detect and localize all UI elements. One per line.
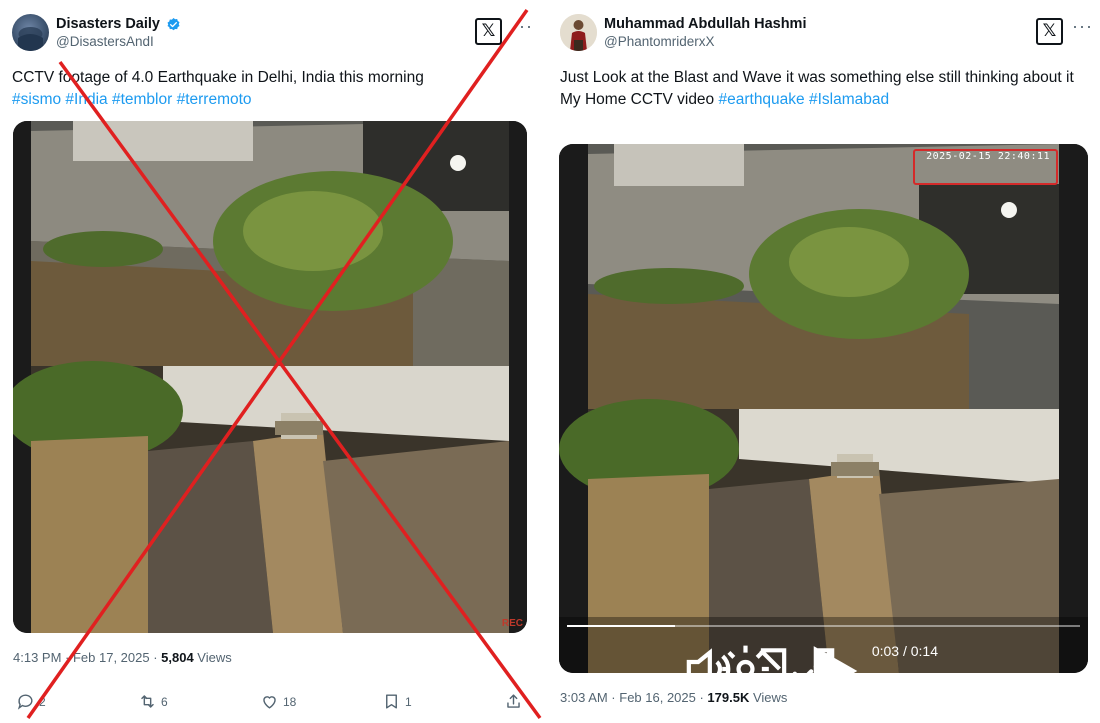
more-options-icon[interactable]: ···: [1072, 14, 1093, 38]
progress-fill: [567, 625, 675, 627]
share-icon: [507, 694, 520, 708]
hashtag[interactable]: #India: [65, 91, 107, 108]
author-name[interactable]: Muhammad Abdullah Hashmi: [604, 15, 806, 33]
views-count: 179.5K: [707, 690, 750, 705]
hashtag[interactable]: #terremoto: [177, 91, 252, 108]
rec-label: REC: [501, 618, 523, 629]
author-block[interactable]: Disasters Daily @DisastersAndI: [56, 15, 181, 51]
fullscreen-icon[interactable]: [559, 641, 1078, 673]
hashtag[interactable]: #Islamabad: [809, 91, 889, 108]
cctv-scene-image: [559, 144, 1088, 673]
avatar[interactable]: [560, 14, 597, 51]
timestamp-text[interactable]: 4:13 PM · Feb 17, 2025 ·: [13, 650, 161, 665]
reply-button[interactable]: 2: [16, 692, 46, 711]
timestamp-text[interactable]: 3:03 AM · Feb 16, 2025 ·: [560, 690, 707, 705]
post-text: CCTV footage of 4.0 Earthquake in Delhi,…: [12, 67, 528, 111]
left-post: Disasters Daily @DisastersAndI 𝕏 ··· CCT…: [0, 0, 540, 723]
reply-count: 2: [39, 694, 46, 709]
cctv-scene-image: [13, 121, 527, 633]
views-count: 5,804: [161, 650, 194, 665]
repost-count: 6: [161, 694, 168, 709]
author-handle[interactable]: @PhantomriderxX: [604, 33, 806, 51]
progress-bar[interactable]: [567, 625, 1080, 627]
author-name[interactable]: Disasters Daily: [56, 15, 160, 33]
video-controls: 0:03 / 0:14: [559, 617, 1088, 673]
verified-badge-icon: [167, 17, 180, 30]
avatar[interactable]: [12, 14, 49, 51]
views-label: Views: [749, 690, 788, 705]
cctv-video-player[interactable]: 2025-02-15 22:40:11 0:03 / 0:14: [559, 144, 1088, 673]
x-logo-icon[interactable]: 𝕏: [1036, 18, 1063, 45]
hashtag[interactable]: #earthquake: [718, 91, 804, 108]
hashtag[interactable]: #temblor: [112, 91, 172, 108]
post-text-line2: My Home CCTV video: [560, 91, 719, 108]
hashtag[interactable]: #sismo: [12, 91, 61, 108]
views-label: Views: [193, 650, 232, 665]
post-text-body: CCTV footage of 4.0 Earthquake in Delhi,…: [12, 69, 424, 86]
repost-icon: [141, 695, 154, 708]
reply-icon: [17, 694, 33, 710]
bookmark-button[interactable]: 1: [382, 692, 412, 711]
post-timestamp: 3:03 AM · Feb 16, 2025 · 179.5K Views: [560, 690, 787, 705]
like-count: 18: [283, 694, 297, 709]
post-text-line1: Just Look at the Blast and Wave it was s…: [560, 69, 1074, 86]
post-header: Muhammad Abdullah Hashmi @PhantomriderxX…: [560, 12, 1092, 56]
bookmark-icon: [386, 694, 397, 709]
share-button[interactable]: [504, 692, 523, 711]
right-post: Muhammad Abdullah Hashmi @PhantomriderxX…: [548, 0, 1100, 723]
repost-button[interactable]: 6: [138, 692, 168, 711]
post-header: Disasters Daily @DisastersAndI 𝕏 ···: [12, 12, 532, 56]
like-button[interactable]: 18: [260, 692, 296, 711]
x-logo-icon[interactable]: 𝕏: [475, 18, 502, 45]
cctv-osd-timestamp: 2025-02-15 22:40:11: [926, 151, 1050, 162]
post-timestamp: 4:13 PM · Feb 17, 2025 · 5,804 Views: [13, 650, 232, 665]
bookmark-count: 1: [405, 694, 412, 709]
action-bar: 2 6 18 1: [12, 692, 528, 716]
cctv-video-frame[interactable]: REC: [13, 121, 527, 633]
more-options-icon[interactable]: ···: [512, 14, 533, 38]
author-handle[interactable]: @DisastersAndI: [56, 33, 181, 51]
post-text: Just Look at the Blast and Wave it was s…: [560, 67, 1088, 111]
author-block[interactable]: Muhammad Abdullah Hashmi @PhantomriderxX: [604, 15, 806, 51]
heart-icon: [263, 696, 276, 709]
